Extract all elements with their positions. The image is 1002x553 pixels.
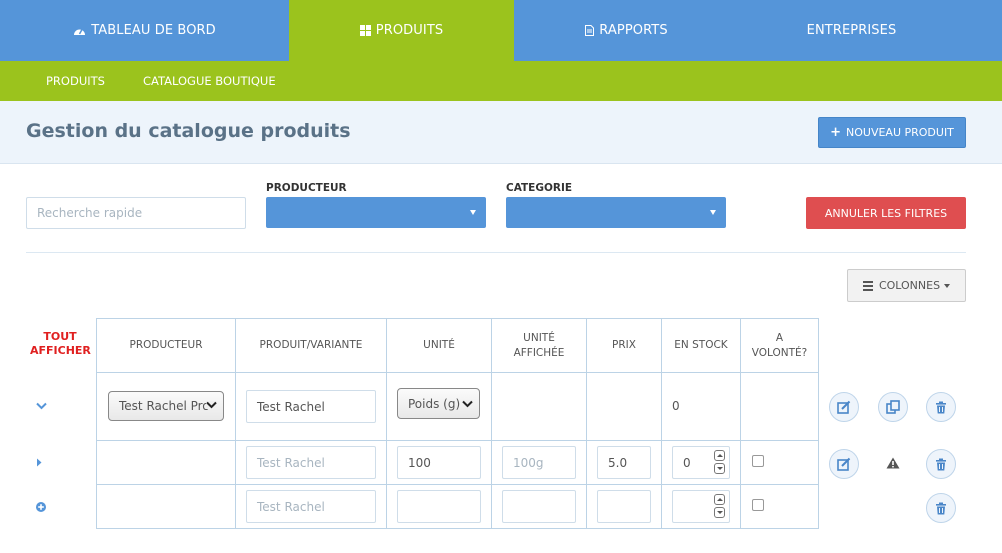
- variant-unit-value: 100: [408, 455, 431, 470]
- category-filter-select[interactable]: [506, 197, 726, 228]
- subnav-label: PRODUITS: [46, 74, 105, 88]
- search-input[interactable]: [26, 197, 246, 229]
- delete-button[interactable]: [926, 392, 956, 422]
- top-navigation: TABLEAU DE BORD PRODUITS RAPPORTS ENTREP…: [0, 0, 1002, 61]
- column-header-a-volonte[interactable]: A VOLONTÉ?: [741, 319, 818, 372]
- dashboard-icon: [74, 29, 86, 35]
- reset-filters-button[interactable]: ANNULER LES FILTRES: [806, 197, 966, 229]
- subnav-item-produits[interactable]: PRODUITS: [46, 61, 105, 101]
- table-border: [96, 440, 819, 441]
- column-header-producteur[interactable]: PRODUCTEUR: [97, 319, 235, 372]
- trash-icon: [936, 401, 946, 413]
- new-variant-stock-stepper[interactable]: [672, 490, 730, 523]
- stepper-up-icon[interactable]: [714, 494, 725, 505]
- new-variant-unlimited-checkbox[interactable]: [752, 499, 764, 511]
- columns-button[interactable]: COLONNES: [847, 269, 966, 302]
- edit-icon: [837, 400, 851, 414]
- caret-down-icon: [470, 210, 476, 215]
- tab-tableau-de-bord[interactable]: TABLEAU DE BORD: [0, 0, 289, 61]
- variant-price-input[interactable]: 5.0: [597, 446, 651, 479]
- producer-filter-label: PRODUCTEUR: [266, 182, 347, 194]
- stepper-down-icon[interactable]: [714, 507, 725, 518]
- list-icon: [862, 279, 873, 293]
- stepper-down-icon[interactable]: [714, 463, 725, 474]
- plus-icon: +: [830, 125, 841, 140]
- file-icon: [585, 25, 595, 36]
- show-all-link[interactable]: TOUT AFFICHER: [30, 330, 91, 358]
- column-header-prix[interactable]: PRIX: [587, 319, 661, 372]
- new-variant-delete-button[interactable]: [926, 493, 956, 523]
- stepper-up-icon[interactable]: [714, 450, 725, 461]
- new-variant-unit-input[interactable]: [397, 490, 481, 523]
- column-header-unite[interactable]: UNITÉ: [387, 319, 491, 372]
- variant-edit-button[interactable]: [829, 449, 859, 479]
- variant-display-unit-placeholder: 100g: [513, 455, 544, 470]
- unit-select[interactable]: Poids (g): [397, 388, 480, 419]
- variant-unit-input[interactable]: 100: [397, 446, 481, 479]
- table-border: [96, 484, 819, 485]
- table-border: [96, 372, 819, 373]
- caret-down-icon: [944, 283, 951, 288]
- grid-icon: [359, 25, 371, 36]
- tab-produits[interactable]: PRODUITS: [289, 0, 514, 61]
- variant-stock-stepper[interactable]: 0: [672, 446, 730, 479]
- reset-filters-label: ANNULER LES FILTRES: [824, 206, 948, 220]
- variant-product-placeholder: Test Rachel: [257, 455, 325, 470]
- producer-select[interactable]: Test Rachel Pro: [108, 391, 224, 421]
- new-variant-price-input[interactable]: [597, 490, 651, 523]
- stock-value: 0: [672, 399, 680, 413]
- table-border: [818, 318, 819, 529]
- trash-icon: [936, 458, 946, 470]
- tab-label: ENTREPRISES: [806, 23, 897, 38]
- columns-label: COLONNES: [878, 279, 941, 292]
- stepper-arrows[interactable]: [714, 494, 726, 520]
- trash-icon: [936, 502, 946, 514]
- sub-navigation: PRODUITS CATALOGUE BOUTIQUE: [0, 61, 1002, 101]
- copy-icon: [886, 400, 900, 414]
- new-variant-product-input[interactable]: Test Rachel: [246, 490, 376, 523]
- tab-label: RAPPORTS: [599, 23, 668, 38]
- duplicate-button[interactable]: [878, 392, 908, 422]
- variant-product-input[interactable]: Test Rachel: [246, 446, 376, 479]
- variant-stock-value: 0: [683, 455, 691, 470]
- variant-delete-button[interactable]: [926, 449, 956, 479]
- new-variant-product-placeholder: Test Rachel: [257, 499, 325, 514]
- column-header-en-stock[interactable]: EN STOCK: [662, 319, 740, 372]
- variant-display-unit-input[interactable]: 100g: [502, 446, 576, 479]
- subnav-label: CATALOGUE BOUTIQUE: [143, 74, 276, 88]
- tab-label: TABLEAU DE BORD: [91, 23, 216, 38]
- subnav-item-catalogue-boutique[interactable]: CATALOGUE BOUTIQUE: [143, 61, 276, 101]
- caret-right-icon[interactable]: [36, 458, 42, 467]
- edit-button[interactable]: [829, 392, 859, 422]
- chevron-down-icon: [206, 401, 217, 409]
- variant-price-value: 5.0: [608, 455, 628, 470]
- warning-icon: [886, 457, 900, 469]
- page-title: Gestion du catalogue produits: [26, 120, 351, 142]
- column-header-unite-affichee[interactable]: UNITÉ AFFICHÉE: [492, 319, 586, 372]
- tab-label: PRODUITS: [375, 23, 444, 38]
- producer-select-value: Test Rachel Pro: [119, 399, 210, 413]
- chevron-down-icon: [462, 400, 473, 408]
- table-border: [96, 528, 819, 529]
- divider: [26, 252, 966, 253]
- edit-icon: [837, 457, 851, 471]
- column-header-produit-variante[interactable]: PRODUIT/VARIANTE: [236, 319, 386, 372]
- product-name-value: Test Rachel: [257, 399, 325, 414]
- variant-unlimited-checkbox[interactable]: [752, 455, 764, 467]
- unit-select-value: Poids (g): [408, 396, 461, 411]
- tab-entreprises[interactable]: ENTREPRISES: [739, 0, 964, 61]
- new-product-label: NOUVEAU PRODUIT: [846, 126, 954, 139]
- new-product-button[interactable]: + NOUVEAU PRODUIT: [818, 117, 966, 148]
- caret-down-icon: [710, 210, 716, 215]
- product-name-input[interactable]: Test Rachel: [246, 390, 376, 423]
- stepper-arrows[interactable]: [714, 450, 726, 476]
- chevron-down-icon[interactable]: [36, 402, 47, 410]
- tab-rapports[interactable]: RAPPORTS: [514, 0, 739, 61]
- category-filter-label: CATEGORIE: [506, 182, 573, 194]
- producer-filter-select[interactable]: [266, 197, 486, 228]
- add-circle-icon[interactable]: [36, 502, 46, 512]
- new-variant-display-unit-input[interactable]: [502, 490, 576, 523]
